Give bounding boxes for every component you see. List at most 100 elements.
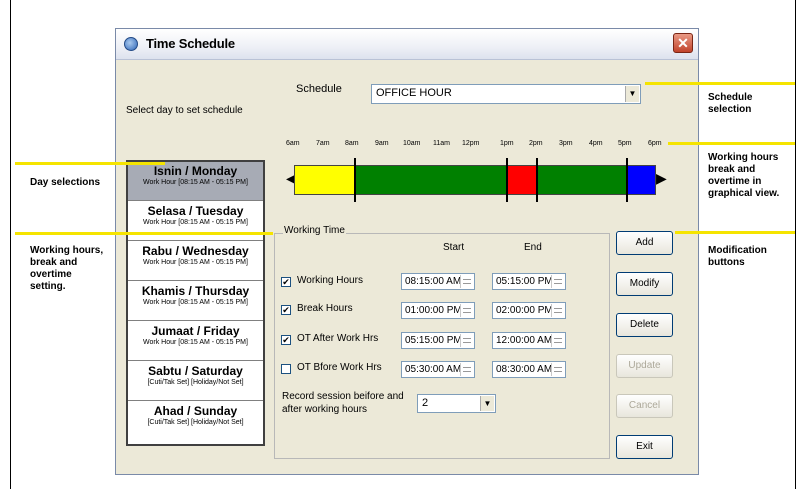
day-item-monday[interactable]: Isnin / Monday Work Hour [08:15 AM - 05:…	[128, 162, 263, 201]
time-schedule-window: Time Schedule ✕ Schedule Select day to s…	[115, 28, 699, 475]
timeline-marker	[354, 158, 356, 202]
ot-before-checkbox[interactable]	[281, 364, 291, 374]
spinner-icon[interactable]	[460, 304, 473, 317]
hour-label: 10am	[403, 140, 421, 147]
day-name: Khamis / Thursday	[141, 284, 250, 298]
hour-label: 7am	[316, 140, 330, 147]
annotation-line	[668, 142, 795, 145]
delete-button[interactable]: Delete	[616, 313, 673, 337]
break-hours-end-field[interactable]: 02:00:00 PM	[492, 302, 566, 319]
day-item-saturday[interactable]: Sabtu / Saturday [Cuti/Tak Set] [Holiday…	[128, 362, 263, 401]
update-button[interactable]: Update	[616, 354, 673, 378]
annotation-schedule: Schedule selection	[708, 92, 753, 115]
time-value: 12:00:00 AM	[496, 335, 553, 346]
schedule-dropdown[interactable]: OFFICE HOUR ▼	[371, 84, 641, 104]
timeline-marker	[626, 158, 628, 202]
spinner-icon[interactable]	[551, 275, 564, 288]
schedule-label: Schedule	[296, 83, 342, 95]
day-name: Sabtu / Saturday	[148, 364, 243, 378]
time-value: 05:15:00 PM	[405, 335, 462, 346]
record-session-dropdown[interactable]: 2 ▼	[417, 394, 496, 413]
figure-right-border	[795, 0, 796, 489]
annotation-line	[645, 82, 795, 85]
day-work-hour: Work Hour [08:15 AM - 05:15 PM]	[143, 179, 248, 186]
cancel-button[interactable]: Cancel	[616, 394, 673, 418]
break-hours-label: Break Hours	[297, 303, 353, 314]
day-work-hour: [Cuti/Tak Set] [Holiday/Not Set]	[147, 419, 244, 426]
hour-label: 3pm	[559, 140, 573, 147]
chevron-down-icon[interactable]: ▼	[480, 396, 494, 411]
break-hours-checkbox[interactable]: ✔	[281, 305, 291, 315]
annotation-line	[675, 231, 795, 234]
hour-label: 8am	[345, 140, 359, 147]
scroll-right-arrow-icon[interactable]: ▶	[656, 163, 667, 193]
modify-button[interactable]: Modify	[616, 272, 673, 296]
exit-button[interactable]: Exit	[616, 435, 673, 459]
window-title: Time Schedule	[146, 36, 235, 51]
hour-label: 9am	[375, 140, 389, 147]
day-item-wednesday[interactable]: Rabu / Wednesday Work Hour [08:15 AM - 0…	[128, 242, 263, 281]
spinner-icon[interactable]	[460, 363, 473, 376]
day-item-thursday[interactable]: Khamis / Thursday Work Hour [08:15 AM - …	[128, 282, 263, 321]
break-hours-start-field[interactable]: 01:00:00 PM	[401, 302, 475, 319]
time-value: 05:15:00 PM	[496, 276, 553, 287]
timeline-marker	[506, 158, 508, 202]
time-value: 02:00:00 PM	[496, 305, 553, 316]
ot-after-label: OT After Work Hrs	[297, 333, 379, 344]
spinner-icon[interactable]	[551, 334, 564, 347]
working-hours-checkbox[interactable]: ✔	[281, 277, 291, 287]
add-button[interactable]: Add	[616, 231, 673, 255]
day-item-tuesday[interactable]: Selasa / Tuesday Work Hour [08:15 AM - 0…	[128, 202, 263, 241]
ot-after-start-field[interactable]: 05:15:00 PM	[401, 332, 475, 349]
working-hours-end-field[interactable]: 05:15:00 PM	[492, 273, 566, 290]
start-header: Start	[443, 242, 465, 253]
day-name: Jumaat / Friday	[151, 324, 240, 338]
working-hours-start-field[interactable]: 08:15:00 AM	[401, 273, 475, 290]
hour-label: 11am	[433, 140, 450, 147]
record-session-label-2: after working hours	[282, 404, 368, 415]
spinner-icon[interactable]	[460, 334, 473, 347]
spinner-icon[interactable]	[551, 363, 564, 376]
ot-after-end-field[interactable]: 12:00:00 AM	[492, 332, 566, 349]
annotation-setting: Working hours, break and overtime setting.	[30, 245, 104, 292]
day-item-sunday[interactable]: Ahad / Sunday [Cuti/Tak Set] [Holiday/No…	[128, 402, 263, 441]
spinner-icon[interactable]	[551, 304, 564, 317]
annotation-graphical: Working hours break and overtime in graphic…	[708, 152, 780, 199]
hour-label: 12pm	[462, 140, 480, 147]
hour-label: 1pm	[500, 140, 514, 147]
day-work-hour: Work Hour [08:15 AM - 05:15 PM]	[143, 339, 248, 346]
ot-before-label: OT Bfore Work Hrs	[297, 362, 382, 373]
day-name: Ahad / Sunday	[153, 404, 238, 418]
hour-label: 2pm	[529, 140, 543, 147]
time-value: 01:00:00 PM	[405, 305, 462, 316]
close-button[interactable]: ✕	[673, 33, 693, 53]
day-name: Rabu / Wednesday	[142, 244, 249, 258]
day-list: Isnin / Monday Work Hour [08:15 AM - 05:…	[126, 160, 265, 446]
ot-before-start-field[interactable]: 05:30:00 AM	[401, 361, 475, 378]
day-name: Isnin / Monday	[153, 164, 238, 178]
day-work-hour: [Cuti/Tak Set] [Holiday/Not Set]	[147, 379, 244, 386]
timeline-before-work-segment	[295, 166, 355, 194]
title-bar[interactable]: Time Schedule ✕	[116, 29, 698, 60]
annotation-modification: Modification buttons	[708, 245, 767, 268]
clock-icon	[124, 37, 138, 51]
time-value: 05:30:00 AM	[405, 364, 462, 375]
timeline-working-segment	[355, 166, 507, 194]
day-work-hour: Work Hour [08:15 AM - 05:15 PM]	[143, 219, 248, 226]
ot-after-checkbox[interactable]: ✔	[281, 335, 291, 345]
chevron-down-icon[interactable]: ▼	[625, 86, 639, 102]
spinner-icon[interactable]	[460, 275, 473, 288]
day-work-hour: Work Hour [08:15 AM - 05:15 PM]	[143, 299, 248, 306]
annotation-line	[15, 162, 165, 165]
timeline-break-segment	[507, 166, 537, 194]
timeline-working-segment	[537, 166, 627, 194]
timeline-marker	[536, 158, 538, 202]
day-name: Selasa / Tuesday	[147, 204, 244, 218]
close-icon: ✕	[677, 35, 689, 51]
working-time-legend: Working Time	[283, 225, 346, 236]
working-hours-label: Working Hours	[297, 275, 363, 286]
record-session-label: Record session beifore and	[282, 391, 404, 402]
day-item-friday[interactable]: Jumaat / Friday Work Hour [08:15 AM - 05…	[128, 322, 263, 361]
ot-before-end-field[interactable]: 08:30:00 AM	[492, 361, 566, 378]
time-value: 08:30:00 AM	[496, 364, 553, 375]
